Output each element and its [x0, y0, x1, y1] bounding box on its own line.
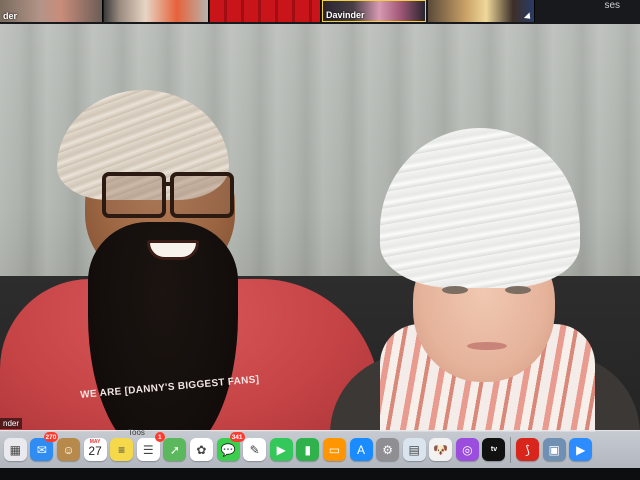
finder-window-icon-glyph: ▣: [548, 442, 560, 457]
facetime-icon[interactable]: ▶: [269, 438, 293, 461]
facetime-icon-glyph: ▶: [276, 442, 286, 457]
app-store-icon-glyph: A: [357, 442, 366, 457]
zoom-icon-glyph: ▶: [576, 442, 586, 457]
numbers-icon-glyph: ▮: [304, 442, 312, 457]
acrobat-icon[interactable]: ⟆: [516, 438, 540, 461]
person-1-glasses-right-lens: [170, 172, 234, 218]
books-icon[interactable]: ▭: [322, 438, 346, 461]
mail-icon[interactable]: ✉ 270: [30, 432, 59, 461]
notification-badge: 270: [43, 432, 59, 442]
acrobat-icon-glyph: ⟆: [525, 442, 530, 457]
apple-tv-icon-glyph: tv: [490, 446, 498, 453]
active-speaker-name-label: nder: [0, 418, 23, 429]
person-1-glasses-bridge: [162, 182, 174, 186]
contacts-icon-glyph: ☺: [62, 442, 75, 457]
calendar-day: 27: [88, 444, 102, 458]
preview-icon[interactable]: ▤: [402, 438, 426, 461]
calendar-icon[interactable]: MAY 27: [83, 438, 107, 461]
notification-badge: 341: [229, 432, 245, 442]
messages-icon-glyph: 💬: [220, 442, 236, 457]
app-store-icon[interactable]: A: [349, 438, 373, 461]
system-settings-icon-glyph: ⚙: [382, 442, 393, 457]
dock-separator: [510, 436, 512, 463]
notes-icon-glyph: ≡: [118, 442, 126, 457]
participant-tile-2[interactable]: [104, 0, 209, 22]
preview-icon-glyph: ▤: [408, 442, 420, 457]
reminders-icon[interactable]: ☰ 1: [136, 432, 165, 461]
finder-window-icon[interactable]: ▣: [542, 438, 566, 461]
active-speaker-video[interactable]: WE ARE [DANNY'S BIGGEST FANS]: [0, 24, 640, 432]
photos-icon-glyph: ✿: [196, 442, 207, 457]
books-icon-glyph: ▭: [328, 442, 341, 457]
screen: der Davinder ses WE ARE [DANNY'S BIGGEST…: [0, 0, 640, 480]
participant-tile-4[interactable]: Davinder: [322, 0, 426, 22]
launchpad-icon-glyph: ▦: [9, 442, 21, 457]
reminders-icon-glyph: ☰: [142, 442, 154, 457]
pet-app-icon[interactable]: 🐶: [429, 438, 453, 461]
notes-icon[interactable]: ≡: [110, 438, 134, 461]
freeform-icon[interactable]: ✎: [243, 438, 267, 461]
apple-tv-icon[interactable]: tv: [482, 438, 506, 461]
macos-dock: ▦ ✉ 270 ☺ MAY 27 ≡ ☰ 1 ➚ ✿ 💬 341 ✎ ▶ ▮ ▭ A ⚙ ▤ 🐶 ◎ tv ⟆ ▣ ▶: [0, 430, 640, 468]
participant-tile-1[interactable]: der: [0, 0, 103, 22]
person-1-glasses-left-lens: [102, 172, 166, 218]
pet-app-icon-glyph: 🐶: [433, 442, 449, 457]
participant-name: der: [3, 11, 18, 21]
launchpad-icon[interactable]: ▦: [3, 438, 27, 461]
messages-icon[interactable]: 💬 341: [216, 432, 245, 461]
mail-icon-glyph: ✉: [36, 442, 47, 457]
person-2-right-eye: [505, 286, 531, 294]
person-2-left-eye: [442, 286, 468, 294]
gallery-right-text: ses: [604, 0, 620, 11]
screen-bezel: [0, 468, 640, 480]
maps-icon-glyph: ➚: [169, 442, 180, 457]
participant-gallery-strip: der Davinder ses: [0, 0, 640, 24]
participant-name: Davinder: [326, 10, 365, 20]
podcasts-icon[interactable]: ◎: [455, 438, 479, 461]
participant-tile-3[interactable]: [210, 0, 321, 22]
person-2-lips: [467, 342, 507, 350]
zoom-icon[interactable]: ▶: [569, 438, 593, 461]
podcasts-icon-glyph: ◎: [462, 442, 473, 457]
contacts-icon[interactable]: ☺: [56, 438, 80, 461]
dock-partial-label: Toos: [128, 428, 145, 437]
participant-tile-5[interactable]: [428, 0, 535, 22]
maps-icon[interactable]: ➚: [163, 438, 187, 461]
system-settings-icon[interactable]: ⚙: [376, 438, 400, 461]
freeform-icon-glyph: ✎: [249, 442, 260, 457]
photos-icon[interactable]: ✿: [189, 438, 213, 461]
person-1-smile: [147, 240, 199, 260]
numbers-icon[interactable]: ▮: [296, 438, 320, 461]
